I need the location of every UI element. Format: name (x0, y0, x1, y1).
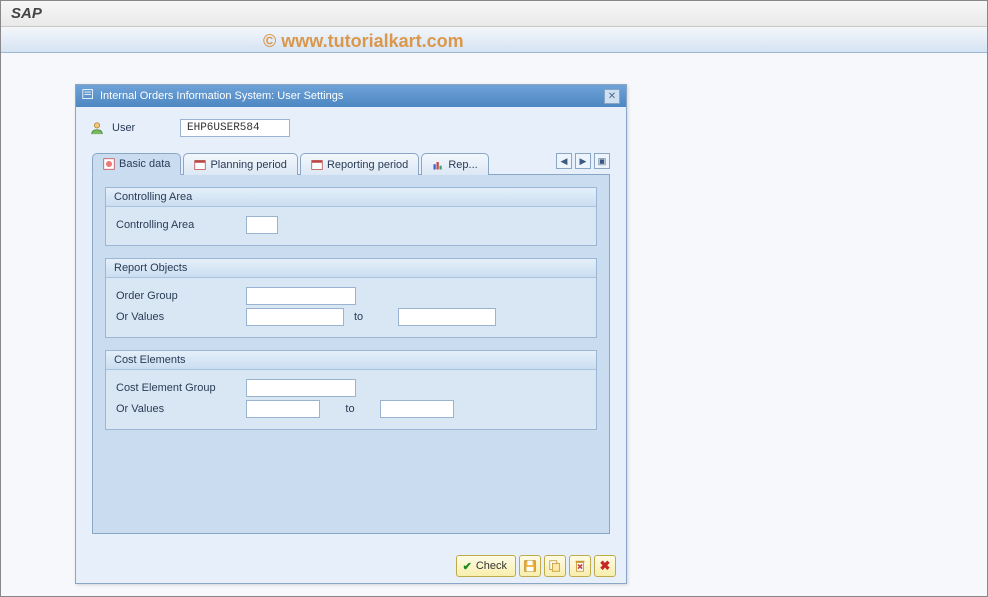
report-icon (432, 159, 444, 171)
dialog-footer: ✔ Check ✖ ✖ (456, 555, 616, 577)
order-group-input[interactable] (246, 287, 356, 305)
save-button[interactable] (519, 555, 541, 577)
tab-strip: Basic data Planning period Reporting per… (92, 151, 610, 175)
basic-data-icon (103, 158, 115, 170)
tab-planning-period[interactable]: Planning period (183, 153, 297, 175)
tab-reporting-period[interactable]: Reporting period (300, 153, 419, 175)
or-values-to-input[interactable] (398, 308, 496, 326)
or-values-from-input[interactable] (246, 308, 344, 326)
cancel-button[interactable]: ✖ (594, 555, 616, 577)
user-settings-dialog: Internal Orders Information System: User… (75, 84, 627, 584)
tab-label: Planning period (210, 159, 286, 171)
tab-basic-data[interactable]: Basic data (92, 153, 181, 175)
close-icon[interactable]: ✕ (604, 89, 620, 104)
group-controlling-area: Controlling Area Controlling Area (105, 187, 597, 246)
tab-rep-more[interactable]: Rep... (421, 153, 488, 175)
controlling-area-input[interactable] (246, 216, 278, 234)
controlling-area-label: Controlling Area (116, 219, 236, 231)
tab-panel-basic-data: Controlling Area Controlling Area Report… (92, 174, 610, 534)
group-title: Controlling Area (106, 188, 596, 207)
dialog-title: Internal Orders Information System: User… (100, 90, 343, 102)
copy-icon (548, 559, 562, 573)
tab-label: Rep... (448, 159, 477, 171)
cost-or-values-to-input[interactable] (380, 400, 454, 418)
check-button[interactable]: ✔ Check (456, 555, 516, 577)
or-values-label: Or Values (116, 403, 236, 415)
or-values-label: Or Values (116, 311, 236, 323)
to-label: to (330, 403, 370, 415)
tab-scroll-right-icon[interactable]: ▶ (575, 153, 591, 169)
check-icon: ✔ (463, 560, 472, 573)
user-icon (90, 121, 104, 135)
user-value: EHP6USER584 (180, 119, 290, 137)
cancel-icon: ✖ (600, 558, 611, 574)
to-label: to (354, 311, 388, 323)
tab-scroll-left-icon[interactable]: ◀ (556, 153, 572, 169)
calendar-icon (311, 159, 323, 171)
dialog-icon (82, 88, 95, 104)
dialog-titlebar: Internal Orders Information System: User… (76, 85, 626, 107)
tab-label: Basic data (119, 158, 170, 170)
save-icon (523, 559, 537, 573)
delete-button[interactable]: ✖ (569, 555, 591, 577)
user-label: User (112, 122, 172, 134)
group-title: Report Objects (106, 259, 596, 278)
app-toolbar (1, 27, 987, 53)
delete-icon: ✖ (573, 559, 587, 573)
svg-text:✖: ✖ (577, 563, 584, 572)
group-cost-elements: Cost Elements Cost Element Group Or Valu… (105, 350, 597, 430)
check-button-label: Check (476, 560, 507, 572)
app-titlebar: SAP (1, 1, 987, 27)
tab-list-icon[interactable]: ▣ (594, 153, 610, 169)
cost-element-group-input[interactable] (246, 379, 356, 397)
order-group-label: Order Group (116, 290, 236, 302)
cost-or-values-from-input[interactable] (246, 400, 320, 418)
group-title: Cost Elements (106, 351, 596, 370)
cost-element-group-label: Cost Element Group (116, 382, 236, 394)
calendar-icon (194, 159, 206, 171)
copy-button[interactable] (544, 555, 566, 577)
tab-label: Reporting period (327, 159, 408, 171)
group-report-objects: Report Objects Order Group Or Values to (105, 258, 597, 338)
